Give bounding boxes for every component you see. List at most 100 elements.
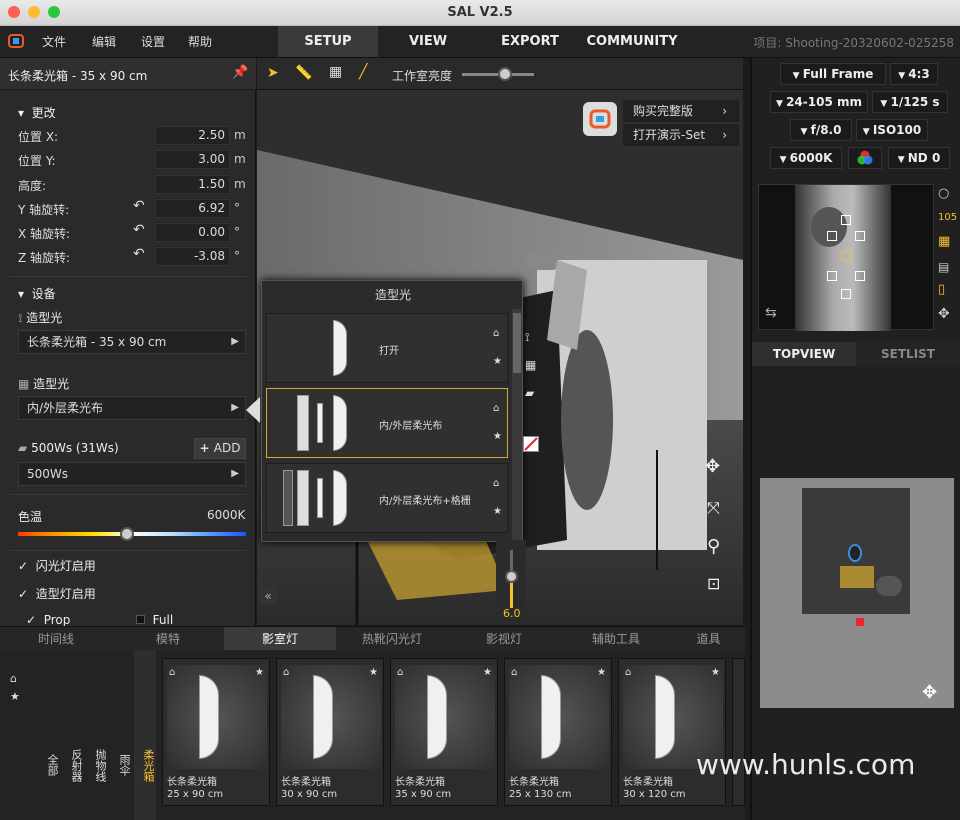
tab-speedlights[interactable]: 热靴闪光灯 [336, 627, 448, 651]
shutter-dropdown[interactable]: ▼ 1/125 s [872, 91, 948, 113]
library-card[interactable]: ⌂ ★ 长条柔光箱 35 x 90 cm [390, 658, 498, 806]
section-change-header[interactable]: ▾ 更改 [18, 104, 56, 121]
star-icon[interactable]: ★ [255, 667, 264, 678]
modifier-dropdown[interactable]: 长条柔光箱 - 35 x 90 cm ▶ [18, 330, 246, 354]
open-demo-set-button[interactable]: 打开演示-Set › [623, 124, 739, 146]
modifier-option-diffuser-grid[interactable]: 内/外层柔光布+格栅 ⌂ ★ [266, 463, 508, 533]
modifier-option-open[interactable]: 打开 ⌂ ★ [266, 313, 508, 383]
softbox-topview[interactable] [876, 576, 902, 596]
power-dropdown[interactable]: 500Ws ▶ [18, 462, 246, 486]
home-icon[interactable]: ⌂ [511, 667, 517, 678]
pointer-icon[interactable]: ➤ [267, 65, 279, 81]
sensor-dropdown[interactable]: ▼ Full Frame [780, 63, 886, 85]
fit-view-icon[interactable]: ⊡ [707, 574, 720, 593]
flash-enable-checkbox[interactable]: ✓ 闪光灯启用 [18, 557, 96, 574]
white-balance-dropdown[interactable]: ▼ 6000K [770, 147, 842, 169]
focus-point-active[interactable] [841, 251, 851, 261]
popup-scrollbar[interactable] [512, 309, 522, 543]
full-checkbox[interactable]: Full [136, 613, 173, 627]
portrait-orientation-icon[interactable]: ▯ [938, 282, 945, 297]
model-light-checkbox[interactable]: ✓ 造型灯启用 [18, 585, 96, 602]
reset-rot-y-icon[interactable]: ↶ [133, 198, 145, 214]
tab-studio-lights[interactable]: 影室灯 [224, 627, 336, 651]
tab-topview[interactable]: TOPVIEW [752, 342, 856, 366]
lens-dropdown[interactable]: ▼ 24-105 mm [770, 91, 868, 113]
diffuser-dropdown[interactable]: 内/外层柔光布 ▶ [18, 396, 246, 420]
nd-filter-dropdown[interactable]: ▼ ND 0 [888, 147, 950, 169]
add-button[interactable]: + ADD [194, 438, 246, 459]
buy-full-version-button[interactable]: 购买完整版 › [623, 100, 739, 122]
home-icon[interactable]: ⌂ [397, 667, 403, 678]
move-camera-icon[interactable]: ✥ [938, 306, 950, 322]
home-icon[interactable]: ⌂ [169, 667, 175, 678]
tab-timeline[interactable]: 时间线 [0, 627, 112, 651]
histogram-icon[interactable]: ▤ [938, 260, 949, 274]
library-card[interactable]: ⌂ ★ 长条柔光箱 30 x 120 cm [618, 658, 726, 806]
library-card[interactable]: ⌂ ★ 长条柔光箱 30 x 90 cm [276, 658, 384, 806]
pan-icon[interactable]: ⤧ [707, 498, 720, 518]
star-icon[interactable]: ★ [493, 431, 502, 442]
no-filter-icon[interactable] [523, 436, 539, 452]
focus-point[interactable] [841, 289, 851, 299]
color-temp-slider-handle[interactable] [120, 527, 135, 541]
rot-x-input[interactable]: 0.00 [155, 223, 230, 242]
library-card[interactable]: ⌂ ★ 长条柔光箱 25 x 90 cm [162, 658, 270, 806]
ruler-icon[interactable]: 📏 [295, 65, 312, 81]
focus-point[interactable] [855, 231, 865, 241]
home-icon[interactable]: ⌂ [10, 672, 17, 685]
star-icon[interactable]: ★ [493, 356, 502, 367]
camera-preview[interactable]: ⇆ [758, 184, 934, 331]
pin-icon[interactable]: 📌 [232, 65, 248, 80]
focus-point[interactable] [827, 271, 837, 281]
home-icon[interactable]: ⌂ [625, 667, 631, 678]
star-icon[interactable]: ★ [483, 667, 492, 678]
reset-rot-x-icon[interactable]: ↶ [133, 222, 145, 238]
tab-models[interactable]: 模特 [112, 627, 224, 651]
menu-help[interactable]: 帮助 [188, 33, 212, 50]
category-parabolic[interactable]: 抛物线 [86, 650, 108, 820]
iso-dropdown[interactable]: ▼ ISO100 [856, 119, 928, 141]
rot-y-input[interactable]: 6.92 [155, 199, 230, 218]
grid-overlay-icon[interactable]: ▦ [938, 234, 950, 249]
collapse-panel-icon[interactable]: « [259, 587, 277, 605]
menu-file[interactable]: 文件 [42, 33, 66, 50]
home-icon[interactable]: ⌂ [283, 667, 289, 678]
category-all[interactable]: 全部 [38, 650, 60, 820]
tab-view[interactable]: VIEW [392, 26, 464, 57]
rot-z-input[interactable]: -3.08 [155, 247, 230, 266]
tab-setlist[interactable]: SETLIST [856, 342, 960, 366]
grid-icon[interactable]: ▦ [525, 358, 536, 372]
color-filter-button[interactable] [848, 147, 882, 169]
focus-point[interactable] [855, 271, 865, 281]
studio-brightness-handle[interactable] [498, 67, 513, 81]
swap-icon[interactable]: ⇆ [765, 305, 777, 321]
aperture-dropdown[interactable]: ▼ f/8.0 [790, 119, 852, 141]
star-icon[interactable]: ★ [10, 690, 20, 703]
category-softbox[interactable]: 柔光箱 [134, 650, 156, 820]
pos-y-input[interactable]: 3.00 [155, 150, 230, 169]
orbit-icon[interactable]: ✥ [705, 456, 720, 477]
reset-rot-z-icon[interactable]: ↶ [133, 246, 145, 262]
tab-video-lights[interactable]: 影视灯 [448, 627, 560, 651]
pos-x-input[interactable]: 2.50 [155, 126, 230, 145]
star-icon[interactable]: ★ [711, 667, 720, 678]
tab-export[interactable]: EXPORT [494, 26, 566, 57]
star-icon[interactable]: ★ [493, 506, 502, 517]
tab-setup[interactable]: SETUP [278, 26, 378, 57]
prop-checkbox[interactable]: ✓ Prop [26, 613, 70, 627]
home-icon[interactable]: ⌂ [493, 328, 499, 339]
model-topview[interactable] [848, 544, 862, 562]
ratio-dropdown[interactable]: ▼ 4:3 [890, 63, 938, 85]
tab-accessories[interactable]: 辅助工具 [560, 627, 672, 651]
home-icon[interactable]: ⌂ [493, 478, 499, 489]
star-icon[interactable]: ★ [369, 667, 378, 678]
library-card[interactable]: ⌂ ★ 长条柔光箱 25 x 130 cm [504, 658, 612, 806]
line-tool-icon[interactable]: ╱ [359, 64, 367, 80]
topview-map[interactable]: ✥ [760, 478, 954, 708]
height-input[interactable]: 1.50 [155, 175, 230, 194]
focus-point[interactable] [841, 215, 851, 225]
light-stand-icon[interactable]: ⟟ [525, 330, 529, 345]
flash-head-icon[interactable]: ▰ [525, 386, 534, 400]
home-icon[interactable]: ⌂ [493, 403, 499, 414]
grid-toggle-icon[interactable]: ▦ [329, 64, 342, 80]
